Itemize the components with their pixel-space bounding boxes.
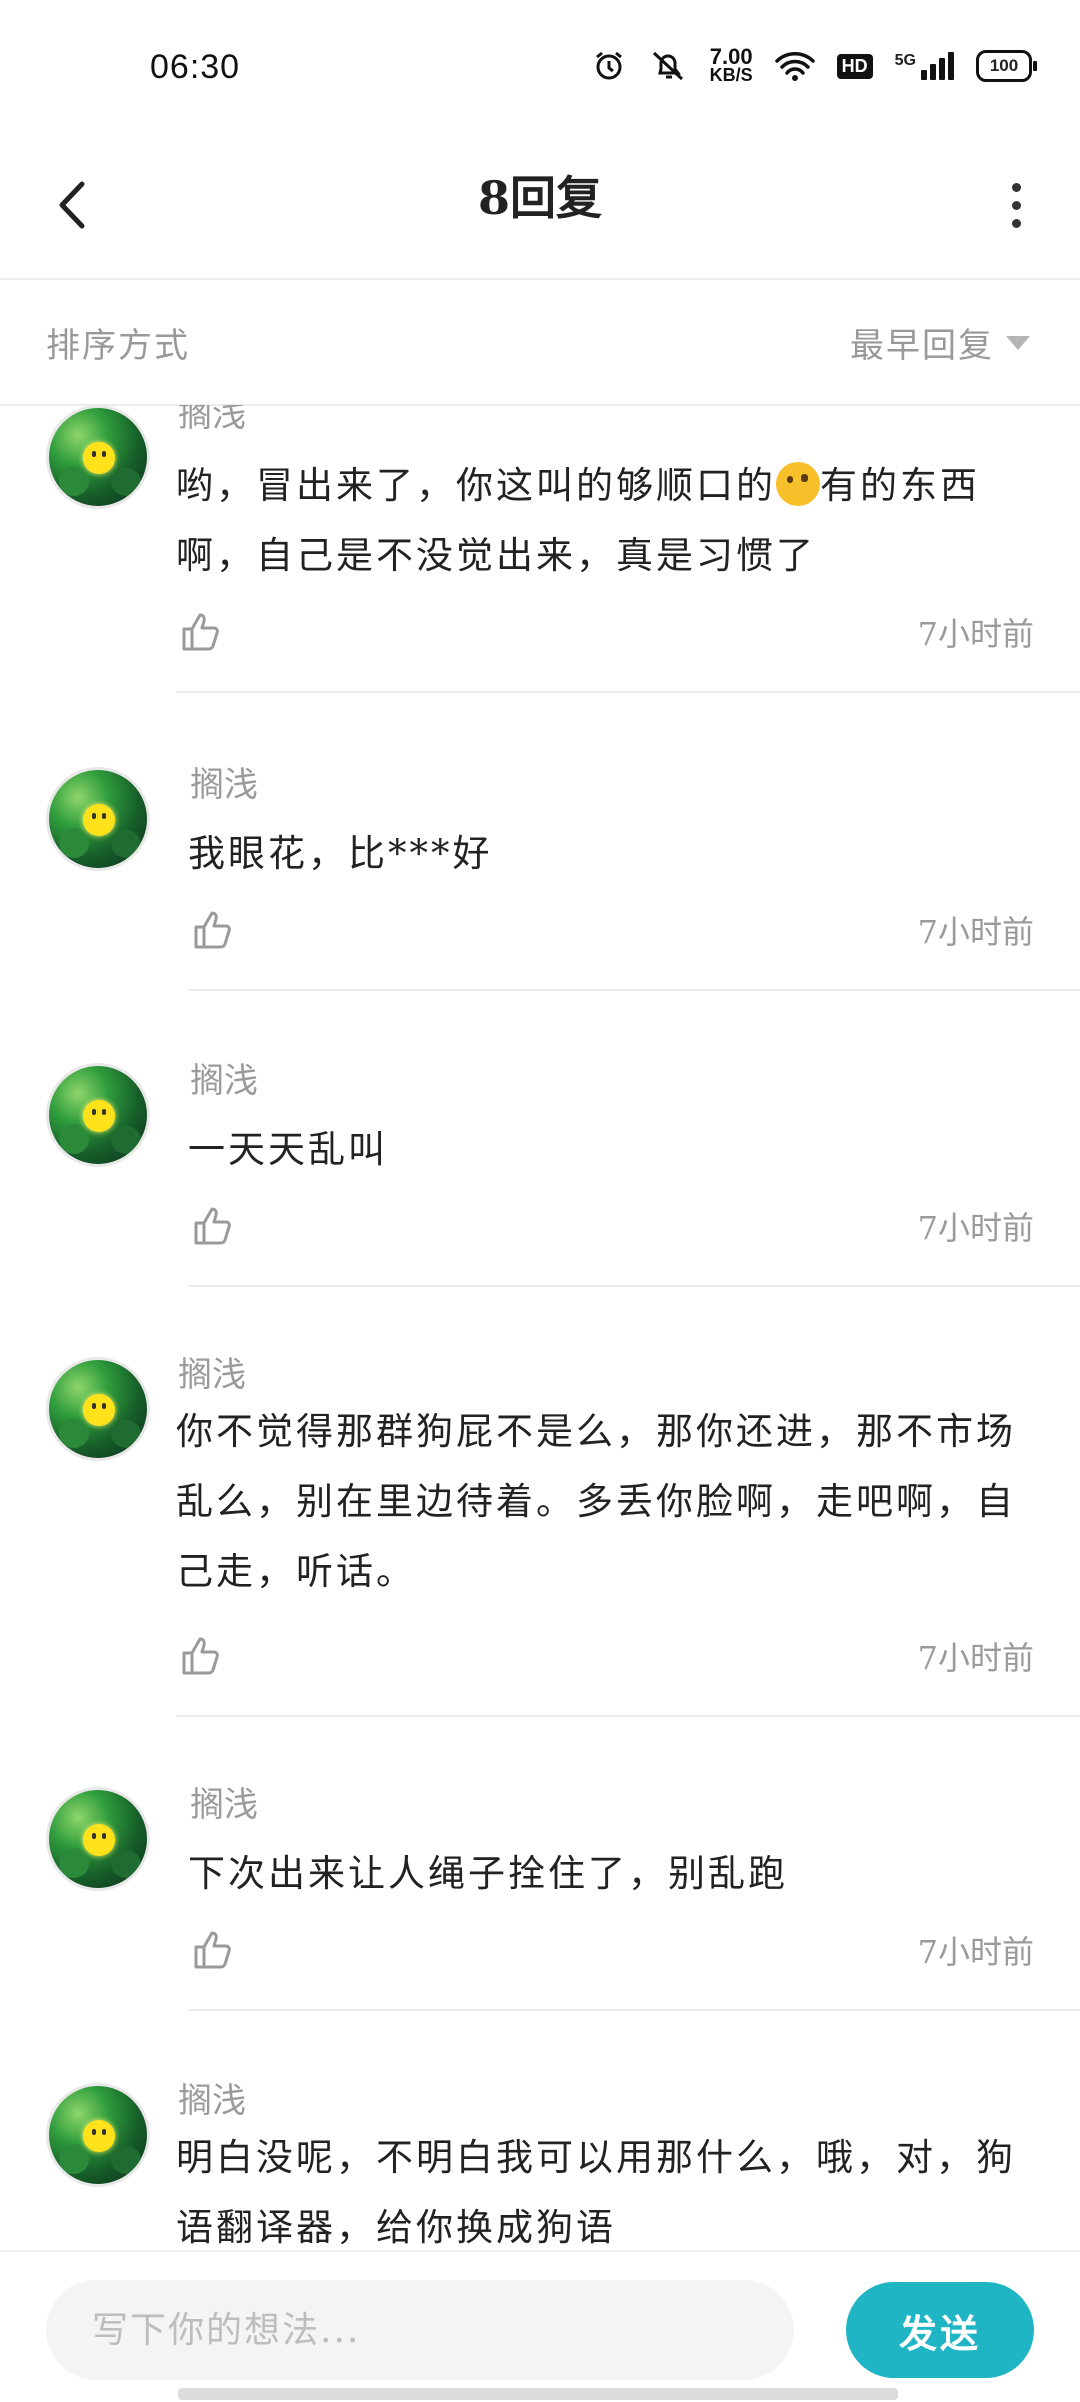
thumbs-up-icon[interactable] [190, 1203, 234, 1247]
cellular-signal-icon: 5G [895, 52, 954, 80]
thumbs-up-icon[interactable] [190, 907, 234, 951]
reply-username[interactable]: 搁浅 [190, 757, 258, 806]
divider [188, 989, 1080, 991]
divider [188, 1285, 1080, 1287]
reply-list[interactable]: 搁浅 哟，冒出来了，你这叫的够顺口的 有的东西啊，自己是不没觉出来，真是习惯了 7… [0, 405, 1080, 2250]
alarm-icon [595, 51, 622, 80]
reply-time: 7小时前 [917, 913, 1034, 951]
reply-time: 7小时前 [917, 1639, 1034, 1677]
reply-content: 你不觉得那群狗屁不是么，那你还进，那不市场乱么，别在里边待着。多丢你脸啊，走吧啊… [176, 1410, 1016, 1593]
status-bar: 06:30 7.00 KB/S HD 5G 100 [0, 0, 1080, 140]
avatar[interactable] [46, 767, 150, 871]
sort-selected-value: 最早回复 [850, 326, 994, 366]
avatar[interactable] [46, 1787, 150, 1891]
sort-bar: 排序方式 最早回复 [0, 280, 1080, 406]
avatar[interactable] [46, 1063, 150, 1167]
home-indicator[interactable] [178, 2388, 898, 2400]
reply-username[interactable]: 搁浅 [190, 1053, 258, 1102]
thinking-face-emoji [776, 462, 820, 506]
reply-content: 明白没呢，不明白我可以用那什么，哦，对，狗语翻译器，给你换成狗语 [176, 2136, 1016, 2249]
sort-dropdown[interactable]: 最早回复 [850, 318, 1030, 367]
status-icons: 7.00 KB/S HD 5G 100 [592, 44, 1037, 85]
reply-username[interactable]: 搁浅 [178, 2073, 246, 2122]
sort-label: 排序方式 [46, 326, 190, 366]
network-speed-unit: KB/S [709, 65, 753, 85]
reply-content: 我眼花，比***好 [188, 832, 493, 875]
network-type: 5G [894, 52, 916, 69]
more-dot-icon [1011, 200, 1021, 210]
divider [188, 2009, 1080, 2011]
more-options-button[interactable] [986, 170, 1046, 240]
reply-content-part: 哟，冒出来了，你这叫的够顺口的 [176, 464, 776, 507]
reply-time: 7小时前 [917, 1209, 1034, 1247]
divider [176, 691, 1080, 693]
reply-username[interactable]: 搁浅 [178, 1347, 246, 1396]
thumbs-up-icon[interactable] [178, 609, 222, 653]
more-dot-icon [1011, 182, 1021, 192]
reply-username[interactable]: 搁浅 [178, 405, 246, 436]
divider [176, 1715, 1080, 1717]
reply-time: 7小时前 [917, 1933, 1034, 1971]
comment-composer: 发送 [0, 2250, 1080, 2402]
wifi-icon [774, 52, 815, 81]
avatar[interactable] [46, 1357, 150, 1461]
comment-input[interactable] [46, 2280, 794, 2380]
thumbs-up-icon[interactable] [178, 1633, 222, 1677]
battery-icon: 100 [976, 50, 1037, 82]
mute-bell-icon [652, 51, 683, 81]
caret-down-icon [1006, 335, 1030, 350]
reply-username[interactable]: 搁浅 [190, 1777, 258, 1826]
network-speed: 7.00 KB/S [709, 44, 753, 85]
reply-content: 哟，冒出来了，你这叫的够顺口的 有的东西啊，自己是不没觉出来，真是习惯了 [176, 451, 1036, 591]
reply-time: 7小时前 [917, 615, 1034, 653]
hd-badge: HD [836, 53, 873, 79]
reply-content: 下次出来让人绳子拴住了，别乱跑 [188, 1852, 788, 1895]
avatar[interactable] [46, 2083, 150, 2187]
more-dot-icon [1011, 218, 1021, 228]
avatar[interactable] [46, 405, 150, 509]
reply-content: 一天天乱叫 [188, 1128, 388, 1171]
title-bar: 8回复 [0, 140, 1080, 280]
network-speed-value: 7.00 [709, 44, 753, 69]
page-title: 8回复 [477, 171, 602, 225]
status-time: 06:30 [150, 48, 241, 86]
thumbs-up-icon[interactable] [190, 1927, 234, 1971]
send-button[interactable]: 发送 [846, 2282, 1034, 2378]
